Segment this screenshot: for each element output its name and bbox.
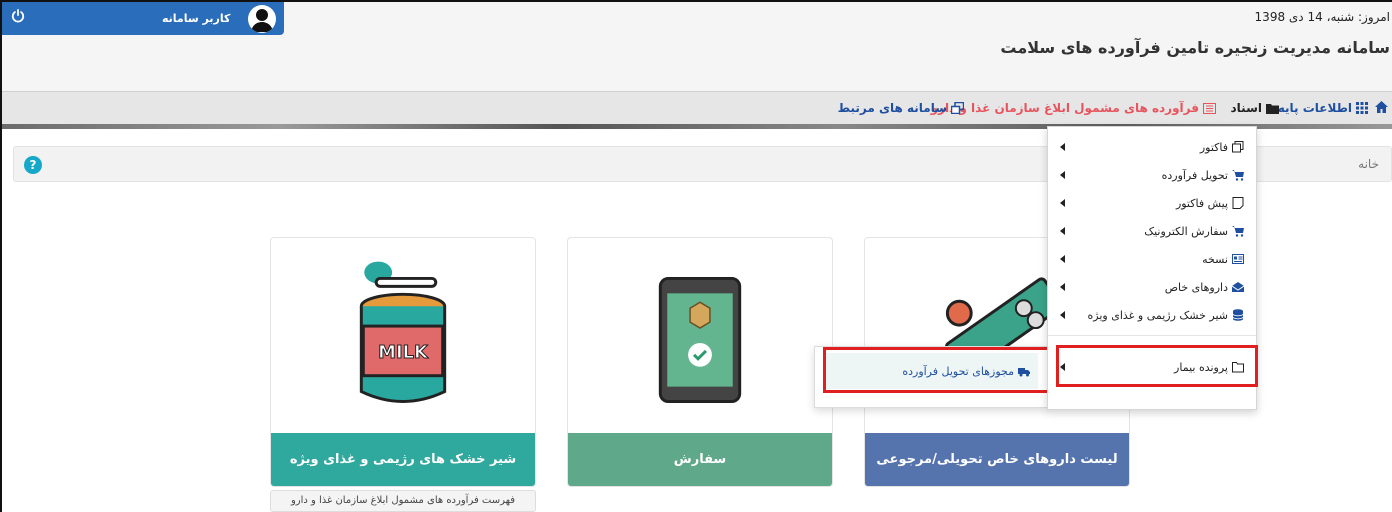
dd-item-label: سفارش الکترونیک: [1144, 224, 1228, 238]
home-nav[interactable]: [1375, 101, 1388, 113]
highlight-patient-file: [1056, 345, 1258, 387]
caret-left-icon: [1060, 171, 1065, 179]
copy-icon: [1232, 141, 1244, 153]
card-special-drugs-title: لیست داروهای خاص تحویلی/مرجوعی: [865, 433, 1129, 486]
cart-icon: [1232, 226, 1244, 237]
list-icon: [1203, 102, 1216, 114]
user-name[interactable]: کاربر سامانه: [162, 12, 230, 25]
tablet-order-image: [658, 276, 742, 403]
caret-left-icon: [1060, 283, 1065, 291]
dd-item-label: نسخه: [1202, 252, 1228, 266]
dd-item-label: فاکتور: [1199, 140, 1228, 154]
nav-base-info[interactable]: اطلاعات پایه: [1278, 101, 1368, 115]
header: کاربر سامانه امروز: شنبه، 14 دی 1398 سام…: [2, 2, 1392, 91]
home-icon: [1375, 101, 1388, 113]
card-order-title: سفارش: [568, 433, 832, 486]
fda-products-link[interactable]: فهرست فرآورده های مشمول ابلاغ سازمان غذا…: [270, 490, 536, 512]
avatar[interactable]: [248, 5, 276, 33]
user-icon: [251, 9, 273, 32]
folder-icon: [1266, 103, 1279, 114]
dd-item-special-drugs[interactable]: داروهای خاص: [1048, 273, 1256, 301]
highlight-submenu: [823, 347, 1051, 393]
dd-item-prescription[interactable]: نسخه: [1048, 245, 1256, 273]
database-icon: [1232, 309, 1244, 321]
main-nav: اطلاعات پایه اسناد فرآورده های مشمول ابل…: [2, 91, 1392, 124]
caret-left-icon: [1060, 143, 1065, 151]
nav-related-systems-label: سامانه های مرتبط: [837, 101, 947, 115]
file-icon: [1232, 197, 1244, 209]
dd-item-label: شیر خشک رژیمی و غذای ویژه: [1087, 308, 1228, 322]
dd-item-milk[interactable]: شیر خشک رژیمی و غذای ویژه: [1048, 301, 1256, 329]
card-milk[interactable]: MILK شیر خشک های رژیمی و غذای ویژه: [270, 237, 536, 487]
caret-left-icon: [1060, 255, 1065, 263]
caret-left-icon: [1060, 227, 1065, 235]
current-date: امروز: شنبه، 14 دی 1398: [1254, 10, 1390, 24]
windows-icon: [951, 102, 964, 114]
nav-fda-products-label: فرآورده های مشمول ابلاغ سازمان غذا و دار…: [930, 101, 1199, 115]
nav-related-systems[interactable]: سامانه های مرتبط: [838, 101, 964, 115]
card-order[interactable]: سفارش: [567, 237, 833, 487]
power-icon[interactable]: [11, 9, 25, 23]
nav-documents-label: اسناد: [1230, 101, 1262, 115]
breadcrumb-home[interactable]: خانه: [1358, 157, 1379, 171]
dropdown-divider: [1048, 335, 1256, 336]
dd-item-e-order[interactable]: سفارش الکترونیک: [1048, 217, 1256, 245]
caret-left-icon: [1060, 311, 1065, 319]
dd-item-label: تحویل فرآورده: [1161, 168, 1228, 182]
nav-documents[interactable]: اسناد: [1231, 101, 1279, 115]
dd-item-label: داروهای خاص: [1164, 280, 1228, 294]
envelope-open-icon: [1232, 282, 1244, 292]
dd-item-proforma[interactable]: پیش فاکتور: [1048, 189, 1256, 217]
cart-icon: [1232, 170, 1244, 181]
user-bar: کاربر سامانه: [2, 2, 284, 35]
nav-fda-products[interactable]: فرآورده های مشمول ابلاغ سازمان غذا و دار…: [931, 101, 1216, 115]
card-milk-title: شیر خشک های رژیمی و غذای ویژه: [271, 433, 535, 486]
help-icon[interactable]: ?: [24, 156, 42, 174]
dd-item-label: پیش فاکتور: [1175, 196, 1228, 210]
id-card-icon: [1232, 254, 1244, 264]
nav-base-info-label: اطلاعات پایه: [1277, 101, 1352, 115]
milk-can-image: MILK: [359, 261, 447, 403]
app-title: سامانه مدیریت زنجیره تامین فرآورده های س…: [1000, 38, 1390, 57]
grid-icon: [1356, 102, 1368, 114]
caret-left-icon: [1060, 199, 1065, 207]
dd-item-invoice[interactable]: فاکتور: [1048, 133, 1256, 161]
dd-item-delivery[interactable]: تحویل فرآورده: [1048, 161, 1256, 189]
milk-label: MILK: [378, 342, 429, 363]
